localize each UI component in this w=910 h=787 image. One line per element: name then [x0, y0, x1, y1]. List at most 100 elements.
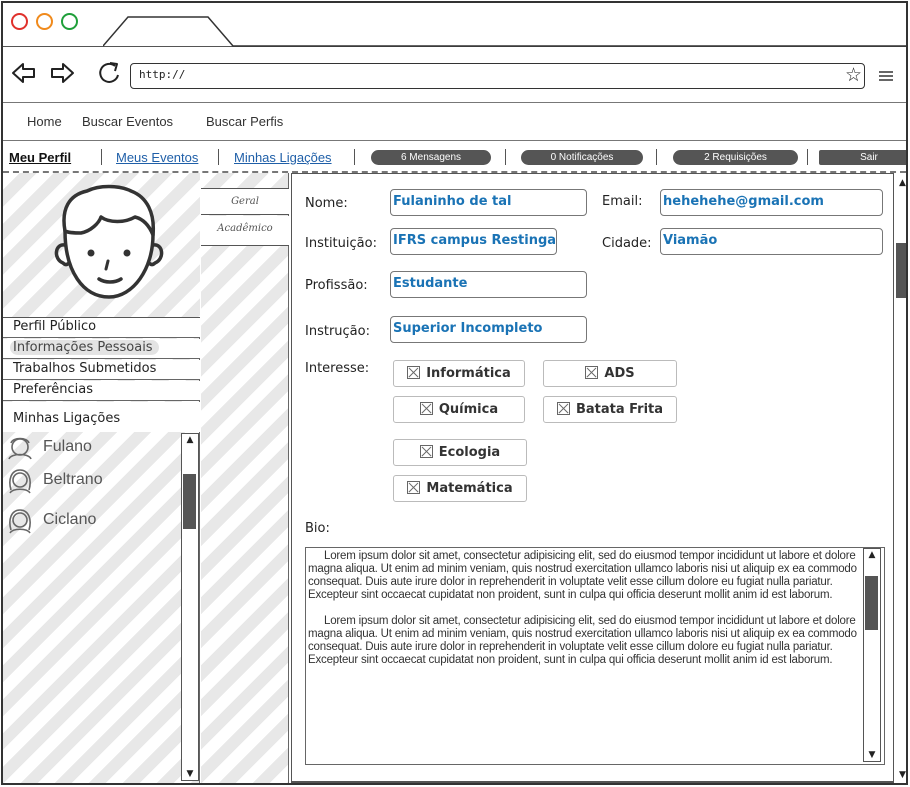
- maximize-window-button[interactable]: [61, 13, 78, 30]
- interest-label: Matemática: [426, 481, 513, 496]
- separator: [656, 149, 657, 165]
- menu-informacoes-pessoais[interactable]: Informações Pessoais: [3, 339, 200, 359]
- checkbox-checked-icon: [556, 402, 570, 415]
- nome-label: Nome:: [305, 196, 348, 211]
- menu-trabalhos-submetidos[interactable]: Trabalhos Submetidos: [3, 360, 200, 380]
- male-avatar-icon: [8, 437, 32, 460]
- notifications-badge[interactable]: 0 Notificações: [521, 150, 643, 165]
- top-navigation: Home Buscar Eventos Buscar Perfis: [3, 103, 906, 141]
- back-arrow-icon[interactable]: [11, 61, 37, 85]
- instituicao-label: Instituição:: [305, 236, 377, 251]
- scroll-up-arrow-icon[interactable]: ▲: [182, 434, 198, 446]
- reload-icon[interactable]: [95, 59, 123, 87]
- interest-label: Ecologia: [438, 445, 501, 460]
- tab-academico[interactable]: Acadêmico: [201, 216, 289, 246]
- profile-avatar: [3, 173, 200, 318]
- profissao-label: Profissão:: [305, 278, 368, 293]
- scrollbar-thumb[interactable]: [896, 243, 906, 298]
- profile-section-tabs: Geral Acadêmico: [201, 173, 289, 783]
- separator: [354, 149, 355, 165]
- scrollbar-thumb[interactable]: [183, 474, 196, 529]
- scroll-up-arrow-icon[interactable]: ▲: [864, 549, 880, 561]
- menu-label: Perfil Público: [13, 319, 97, 334]
- requests-badge[interactable]: 2 Requisições: [673, 150, 798, 165]
- interest-label: Informática: [426, 366, 511, 381]
- nav-buscar-eventos[interactable]: Buscar Eventos: [82, 114, 173, 129]
- title-bar: [3, 3, 906, 47]
- checkbox-checked-icon: [419, 445, 433, 458]
- bio-text: Lorem ipsum dolor sit amet, consectetur …: [308, 550, 860, 680]
- link-minhas-ligacoes[interactable]: Minhas Ligações: [234, 150, 332, 165]
- nav-home[interactable]: Home: [27, 114, 62, 129]
- personal-info-form: Nome: Fulaninho de tal Email: hehehehe@g…: [291, 173, 894, 783]
- contact-name: Beltrano: [43, 471, 103, 488]
- scroll-down-arrow-icon[interactable]: ▼: [182, 768, 198, 780]
- nome-field[interactable]: Fulaninho de tal: [390, 189, 587, 216]
- interest-label: Batata Frita: [575, 402, 664, 417]
- interest-matematica[interactable]: Matemática: [393, 475, 527, 502]
- close-window-button[interactable]: [11, 13, 28, 30]
- logout-button[interactable]: Sair: [819, 150, 906, 165]
- contact-name: Ciclano: [43, 511, 97, 528]
- interest-informatica[interactable]: Informática: [393, 360, 525, 387]
- checkbox-checked-icon: [585, 366, 599, 379]
- female-avatar-icon: [9, 509, 31, 534]
- url-input[interactable]: http:// ☆: [130, 63, 865, 89]
- scroll-down-arrow-icon[interactable]: ▼: [864, 749, 880, 761]
- page-scrollbar[interactable]: ▲ ▼: [895, 173, 906, 783]
- messages-badge[interactable]: 6 Mensagens: [371, 150, 491, 165]
- bio-scrollbar[interactable]: ▲ ▼: [863, 548, 881, 762]
- left-sidebar: Perfil Público Informações Pessoais Trab…: [3, 173, 200, 783]
- instrucao-label: Instrução:: [305, 324, 370, 339]
- instituicao-field[interactable]: IFRS campus Restinga: [390, 228, 557, 255]
- checkbox-checked-icon: [407, 366, 421, 379]
- contact-ciclano[interactable]: Ciclano: [5, 506, 96, 534]
- scrollbar-thumb[interactable]: [865, 576, 878, 630]
- cidade-label: Cidade:: [602, 236, 652, 251]
- cidade-field[interactable]: Viamão: [660, 228, 883, 255]
- connections-scrollbar[interactable]: ▲ ▼: [181, 433, 199, 781]
- instrucao-field[interactable]: Superior Incompleto: [390, 316, 587, 343]
- checkbox-checked-icon: [407, 481, 421, 494]
- separator: [505, 149, 506, 165]
- contact-fulano[interactable]: Fulano: [5, 434, 92, 460]
- connections-title: Minhas Ligações: [13, 411, 121, 426]
- user-face-icon: [54, 184, 164, 299]
- link-meu-perfil[interactable]: Meu Perfil: [9, 150, 71, 165]
- interest-ecologia[interactable]: Ecologia: [393, 439, 527, 466]
- bio-paragraph: Lorem ipsum dolor sit amet, consectetur …: [308, 615, 857, 666]
- hamburger-menu-icon[interactable]: [879, 70, 893, 82]
- bio-paragraph: Lorem ipsum dolor sit amet, consectetur …: [308, 550, 857, 601]
- browser-tab[interactable]: [103, 15, 908, 47]
- bookmark-star-icon[interactable]: ☆: [845, 65, 862, 85]
- email-label: Email:: [602, 194, 643, 209]
- interesse-label: Interesse:: [305, 361, 370, 376]
- scroll-up-arrow-icon[interactable]: ▲: [895, 177, 906, 189]
- interest-batata-frita[interactable]: Batata Frita: [543, 396, 677, 423]
- scroll-down-arrow-icon[interactable]: ▼: [895, 769, 906, 781]
- browser-window: http:// ☆ Home Buscar Eventos Buscar Per…: [1, 1, 908, 785]
- contact-beltrano[interactable]: Beltrano: [5, 466, 103, 494]
- interest-label: ADS: [604, 366, 635, 381]
- interest-quimica[interactable]: Química: [393, 396, 525, 423]
- profile-navigation: Meu Perfil Meus Eventos Minhas Ligações …: [3, 141, 906, 173]
- menu-perfil-publico[interactable]: Perfil Público: [3, 318, 200, 338]
- tab-geral[interactable]: Geral: [201, 188, 289, 215]
- link-meus-eventos[interactable]: Meus Eventos: [116, 150, 198, 165]
- bio-textarea[interactable]: Lorem ipsum dolor sit amet, consectetur …: [305, 547, 885, 765]
- nav-buscar-perfis[interactable]: Buscar Perfis: [206, 114, 283, 129]
- email-field[interactable]: hehehehe@gmail.com: [660, 189, 883, 216]
- contact-name: Fulano: [43, 438, 92, 455]
- menu-label: Informações Pessoais: [10, 340, 159, 355]
- separator: [807, 149, 808, 165]
- forward-arrow-icon[interactable]: [49, 61, 75, 85]
- interest-ads[interactable]: ADS: [543, 360, 677, 387]
- menu-label: Trabalhos Submetidos: [13, 361, 157, 376]
- separator: [101, 149, 102, 165]
- female-avatar-icon: [9, 469, 31, 494]
- profissao-field[interactable]: Estudante: [390, 271, 587, 298]
- minimize-window-button[interactable]: [36, 13, 53, 30]
- url-text: http://: [139, 68, 186, 81]
- checkbox-checked-icon: [419, 402, 433, 415]
- menu-preferencias[interactable]: Preferências: [3, 381, 200, 401]
